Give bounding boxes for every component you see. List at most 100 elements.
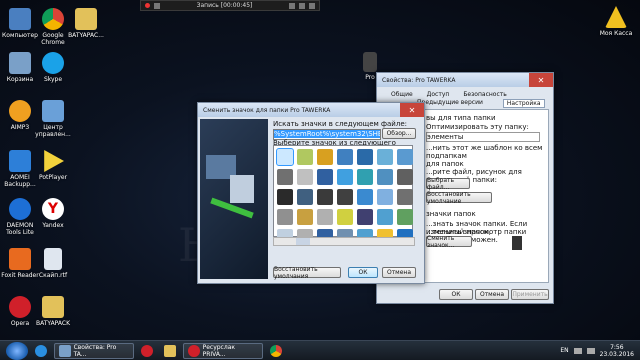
yandex-icon xyxy=(188,344,200,357)
network-icon[interactable] xyxy=(573,347,582,354)
desktop-icon-my-kassa[interactable]: Моя Касса xyxy=(596,6,636,37)
start-button[interactable] xyxy=(6,341,28,360)
close-icon[interactable] xyxy=(309,2,315,9)
desktop-icon-control-panel[interactable]: Центр управлен... xyxy=(33,100,73,138)
system-tray: EN 7:56 23.03.2016 xyxy=(560,344,640,358)
icon-option[interactable] xyxy=(357,149,373,165)
control-panel-icon xyxy=(42,100,64,122)
icon-option[interactable] xyxy=(297,189,313,205)
close-button[interactable]: ✕ xyxy=(529,73,553,87)
computer-icon xyxy=(9,8,31,30)
aomei-icon xyxy=(9,150,31,172)
icon-option[interactable] xyxy=(397,209,413,225)
play-icon xyxy=(44,150,64,172)
desktop-icon-skype[interactable]: Skype xyxy=(33,52,73,83)
icon-option[interactable] xyxy=(277,169,293,185)
desktop-icon-yandex[interactable]: Y Yandex xyxy=(33,198,73,229)
icon-option[interactable] xyxy=(397,189,413,205)
settings-icon[interactable] xyxy=(299,2,305,9)
icon-list-scrollbar[interactable] xyxy=(273,237,415,246)
change-icon-titlebar: Сменить значок для папки Pro TAWERKA ✕ xyxy=(198,103,424,117)
restore-defaults-button[interactable]: Восстановить умолчания xyxy=(273,266,341,280)
folder-icon xyxy=(363,52,377,72)
icon-option[interactable] xyxy=(337,169,353,185)
pause-icon[interactable] xyxy=(154,2,160,9)
icon-option[interactable] xyxy=(277,189,293,205)
dialog-side-image xyxy=(200,119,268,279)
language-indicator[interactable]: EN xyxy=(560,347,568,354)
chrome-icon xyxy=(42,8,64,30)
skype-icon xyxy=(42,52,64,74)
tab-customize[interactable]: Настройка xyxy=(502,99,545,108)
icon-option[interactable] xyxy=(337,149,353,165)
scrollbar-thumb[interactable] xyxy=(296,238,310,245)
record-icon[interactable] xyxy=(145,3,150,8)
icon-option[interactable] xyxy=(297,149,313,165)
icon-list[interactable] xyxy=(273,145,413,245)
volume-icon[interactable] xyxy=(586,347,595,354)
icon-option[interactable] xyxy=(377,149,393,165)
ok-button[interactable]: ОК xyxy=(348,267,378,278)
taskbar-ie[interactable] xyxy=(31,343,51,359)
folder-type-select[interactable]: элементы xyxy=(426,132,540,142)
taskbar-opera[interactable] xyxy=(137,343,157,359)
select-file-button[interactable]: Выбрать файл... xyxy=(426,177,470,191)
icon-option[interactable] xyxy=(397,169,413,185)
taskbar-item-browser[interactable]: Ресурслак PRIVA... xyxy=(183,342,263,359)
props-tabs-row1: Общие Доступ Безопасность xyxy=(391,91,507,98)
icon-option[interactable] xyxy=(377,189,393,205)
icon-option[interactable] xyxy=(357,189,373,205)
properties-titlebar: Свойства: Pro TAWERKA ✕ xyxy=(377,73,553,87)
search-label: Искать значки в следующем файле: xyxy=(273,120,407,128)
icon-option[interactable] xyxy=(357,169,373,185)
icon-option[interactable] xyxy=(337,209,353,225)
folder-preview-icon xyxy=(512,236,522,250)
desktop-icon-rtf-file[interactable]: Скайп.rtf xyxy=(33,248,73,279)
taskbar-explorer[interactable] xyxy=(160,343,180,359)
icon-option[interactable] xyxy=(277,209,293,225)
icon-option[interactable] xyxy=(397,149,413,165)
icon-option[interactable] xyxy=(317,169,333,185)
desktop-icon-potplayer[interactable]: PotPlayer xyxy=(33,150,73,181)
taskbar-item-properties[interactable]: Свойства: Pro TA... xyxy=(54,342,134,359)
icon-option[interactable] xyxy=(377,209,393,225)
tab-previous-versions[interactable]: Предыдущие версии xyxy=(417,99,483,108)
icon-option[interactable] xyxy=(317,209,333,225)
cancel-button[interactable]: Отмена xyxy=(475,289,509,300)
icon-option[interactable] xyxy=(337,189,353,205)
taskbar-chrome[interactable] xyxy=(266,343,286,359)
foxit-icon xyxy=(9,248,31,270)
desktop-icon-batyapac[interactable]: BATYAPAC... xyxy=(66,8,106,39)
chrome-icon xyxy=(270,344,282,357)
icon-option[interactable] xyxy=(297,169,313,185)
browse-button[interactable]: Обзор... xyxy=(382,128,416,139)
folder-icon xyxy=(164,344,176,357)
tab-general[interactable]: Общие xyxy=(391,91,413,98)
yandex-icon: Y xyxy=(42,198,64,220)
daemon-tools-icon xyxy=(9,198,31,220)
tab-sharing[interactable]: Доступ xyxy=(427,91,450,98)
icon-option[interactable] xyxy=(317,189,333,205)
icon-option[interactable] xyxy=(357,209,373,225)
folder-icon xyxy=(75,8,97,30)
warning-icon xyxy=(605,6,627,28)
camera-icon[interactable] xyxy=(289,2,295,9)
clock[interactable]: 7:56 23.03.2016 xyxy=(600,344,634,358)
taskbar: Свойства: Pro TA... Ресурслак PRIVA... E… xyxy=(0,340,640,360)
icon-option[interactable] xyxy=(297,209,313,225)
props-tabs-row2: Предыдущие версии Настройка xyxy=(417,99,545,108)
apply-button[interactable]: Применить xyxy=(511,289,549,300)
cancel-button[interactable]: Отмена xyxy=(382,267,416,278)
close-button[interactable]: ✕ xyxy=(400,103,424,117)
icon-option[interactable] xyxy=(276,148,294,166)
icon-option[interactable] xyxy=(317,149,333,165)
restore-default-button[interactable]: Восстановить умолчание xyxy=(426,191,492,205)
change-icon-button[interactable]: Сменить значок... xyxy=(426,235,472,249)
window-icon xyxy=(59,344,71,357)
ok-button[interactable]: ОК xyxy=(439,289,473,300)
folder-icon xyxy=(42,296,64,318)
icon-option[interactable] xyxy=(377,169,393,185)
document-icon xyxy=(44,248,62,270)
desktop-icon-batyapack[interactable]: BATYAPACK xyxy=(33,296,73,327)
tab-security[interactable]: Безопасность xyxy=(463,91,507,98)
